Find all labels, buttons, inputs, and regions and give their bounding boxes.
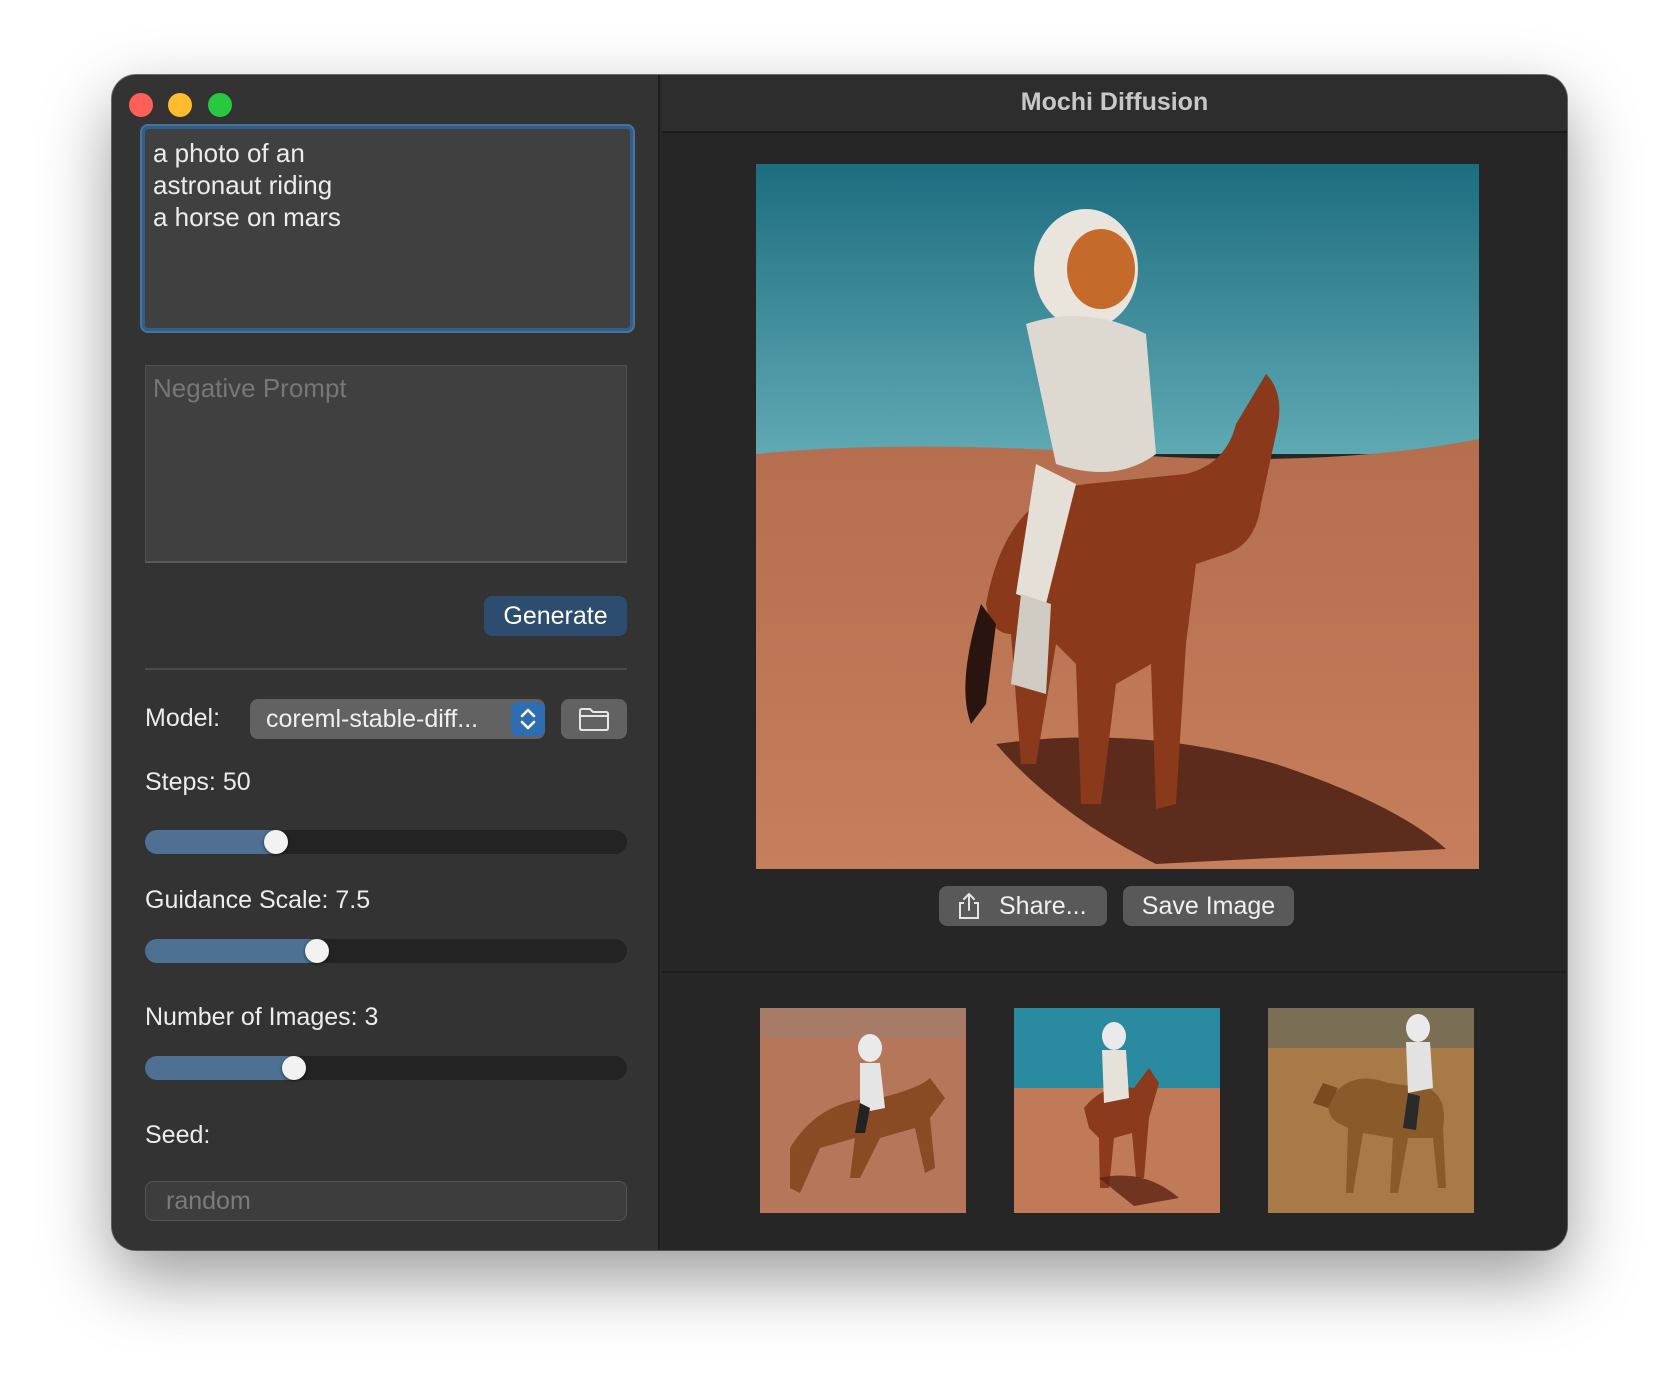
model-select-value: coreml-stable-diff... xyxy=(266,705,479,733)
seed-input[interactable]: random xyxy=(145,1181,627,1221)
share-icon xyxy=(955,892,983,932)
model-select[interactable]: coreml-stable-diff... xyxy=(250,699,545,739)
number-of-images-label: Number of Images: 3 xyxy=(145,1003,379,1031)
minimize-window-button[interactable] xyxy=(168,93,192,117)
thumbnail-2[interactable] xyxy=(1014,1008,1220,1213)
sidebar: a photo of an astronaut riding a horse o… xyxy=(112,75,660,1250)
folder-icon xyxy=(578,706,610,736)
app-window: a photo of an astronaut riding a horse o… xyxy=(112,75,1567,1250)
open-model-folder-button[interactable] xyxy=(561,699,627,739)
image-viewer: Mochi Diffusion Share... Save Image xyxy=(662,75,1567,1250)
number-of-images-slider[interactable] xyxy=(145,1056,627,1080)
share-button-label: Share... xyxy=(999,892,1087,920)
model-label: Model: xyxy=(145,704,221,732)
guidance-slider-knob[interactable] xyxy=(305,939,330,963)
guidance-slider-fill xyxy=(145,939,318,963)
steps-label: Steps: 50 xyxy=(145,768,251,796)
generate-button[interactable]: Generate xyxy=(484,596,627,636)
generated-image[interactable] xyxy=(756,164,1479,869)
sidebar-divider xyxy=(145,668,627,670)
zoom-window-button[interactable] xyxy=(208,93,232,117)
window-title: Mochi Diffusion xyxy=(662,75,1567,133)
negative-prompt-input[interactable]: Negative Prompt xyxy=(145,365,627,563)
seed-label: Seed: xyxy=(145,1121,211,1149)
close-window-button[interactable] xyxy=(129,93,153,117)
steps-slider[interactable] xyxy=(145,830,627,854)
updown-chevron-icon xyxy=(511,702,545,736)
num-images-slider-fill xyxy=(145,1056,295,1080)
thumbnail-3[interactable] xyxy=(1268,1008,1474,1213)
prompt-input[interactable]: a photo of an astronaut riding a horse o… xyxy=(142,126,633,331)
guidance-scale-slider[interactable] xyxy=(145,939,627,963)
num-images-slider-knob[interactable] xyxy=(282,1056,307,1080)
steps-slider-fill xyxy=(145,830,277,854)
gallery-divider xyxy=(662,971,1567,973)
steps-slider-knob[interactable] xyxy=(264,830,289,854)
guidance-scale-label: Guidance Scale: 7.5 xyxy=(145,886,371,914)
thumbnail-1[interactable] xyxy=(760,1008,966,1213)
save-image-button[interactable]: Save Image xyxy=(1123,886,1294,926)
share-button[interactable]: Share... xyxy=(939,886,1107,926)
